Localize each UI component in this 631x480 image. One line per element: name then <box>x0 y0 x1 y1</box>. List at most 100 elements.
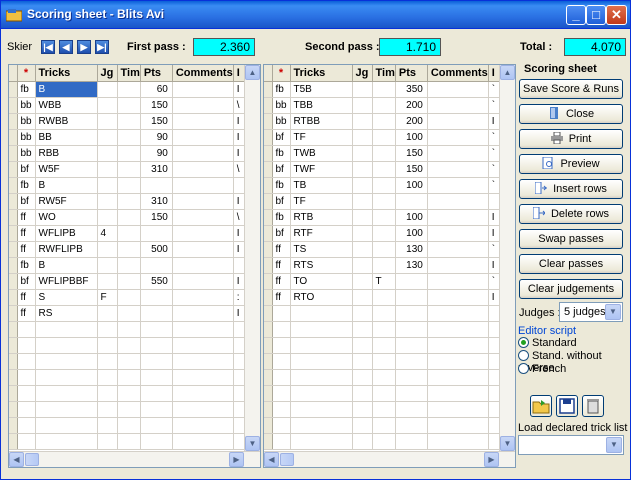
cell-star[interactable]: bb <box>17 145 36 162</box>
cell-tricks[interactable]: TB <box>290 177 353 194</box>
cell-tim[interactable] <box>117 257 141 274</box>
cell-comments[interactable] <box>172 129 234 146</box>
cell-pts[interactable]: 500 <box>140 241 173 258</box>
row-indicator[interactable] <box>9 289 18 306</box>
table-row[interactable] <box>9 433 246 450</box>
cell-pts[interactable] <box>140 305 173 322</box>
cell-tim[interactable]: T <box>372 273 396 290</box>
cell-jg[interactable] <box>352 81 373 98</box>
cell-star[interactable] <box>272 417 291 434</box>
cell-jg[interactable] <box>97 401 118 418</box>
row-indicator[interactable] <box>9 321 18 338</box>
cell-tricks[interactable] <box>290 337 353 354</box>
open-file-button[interactable] <box>530 395 552 417</box>
cell-pts[interactable] <box>140 369 173 386</box>
row-indicator[interactable] <box>264 433 273 450</box>
second-pass-hscroll[interactable]: ◀ ▶ <box>264 451 515 467</box>
cell-comments[interactable] <box>172 81 234 98</box>
cell-pts[interactable]: 150 <box>140 209 173 226</box>
cell-pts[interactable]: 150 <box>140 97 173 114</box>
cell-star[interactable]: bf <box>272 129 291 146</box>
cell-comments[interactable] <box>427 417 489 434</box>
first-pass-hscroll[interactable]: ◀ ▶ <box>9 451 260 467</box>
first-skier-icon[interactable]: |◀ <box>41 40 55 54</box>
cell-star[interactable]: ff <box>17 289 36 306</box>
cell-star[interactable] <box>17 321 36 338</box>
cell-tim[interactable] <box>372 321 396 338</box>
cell-comments[interactable] <box>172 369 234 386</box>
cell-comments[interactable] <box>427 113 489 130</box>
cell-pts[interactable] <box>395 321 428 338</box>
cell-tricks[interactable]: TWF <box>290 161 353 178</box>
cell-comments[interactable] <box>427 209 489 226</box>
cell-star[interactable]: ff <box>17 225 36 242</box>
cell-jg[interactable] <box>352 385 373 402</box>
cell-comments[interactable] <box>427 353 489 370</box>
cell-tricks[interactable] <box>290 353 353 370</box>
cell-jg[interactable] <box>352 161 373 178</box>
cell-jg[interactable]: 4 <box>97 225 118 242</box>
scroll-down-icon[interactable]: ▼ <box>245 436 260 451</box>
table-row[interactable]: bb RTBB 200 I <box>264 113 501 130</box>
row-indicator[interactable] <box>264 193 273 210</box>
cell-tricks[interactable] <box>290 417 353 434</box>
cell-star[interactable] <box>17 417 36 434</box>
cell-tim[interactable] <box>117 289 141 306</box>
cell-tricks[interactable] <box>35 433 98 450</box>
cell-jg[interactable] <box>352 97 373 114</box>
table-row[interactable]: ff RTO I <box>264 289 501 306</box>
cell-jg[interactable] <box>97 305 118 322</box>
row-indicator[interactable] <box>264 385 273 402</box>
cell-tricks[interactable]: RTS <box>290 257 353 274</box>
swap-passes-button[interactable]: Swap passes <box>519 229 623 249</box>
cell-star[interactable]: fb <box>272 209 291 226</box>
column-header-pts[interactable]: Pts <box>395 65 428 82</box>
cell-comments[interactable] <box>427 401 489 418</box>
cell-pts[interactable]: 310 <box>140 161 173 178</box>
cell-tim[interactable] <box>372 417 396 434</box>
cell-comments[interactable] <box>172 193 234 210</box>
cell-tim[interactable] <box>117 401 141 418</box>
table-row[interactable]: fb B <box>9 177 246 194</box>
cell-jg[interactable] <box>352 369 373 386</box>
cell-jg[interactable] <box>97 97 118 114</box>
cell-jg[interactable] <box>352 353 373 370</box>
cell-tim[interactable] <box>117 161 141 178</box>
cell-tim[interactable] <box>117 353 141 370</box>
print-button[interactable]: Print <box>519 129 623 149</box>
row-indicator[interactable] <box>9 209 18 226</box>
cell-pts[interactable]: 100 <box>395 177 428 194</box>
cell-pts[interactable]: 150 <box>395 161 428 178</box>
cell-jg[interactable] <box>97 241 118 258</box>
cell-tim[interactable] <box>117 225 141 242</box>
cell-tricks[interactable] <box>290 385 353 402</box>
cell-jg[interactable] <box>97 369 118 386</box>
cell-comments[interactable] <box>427 225 489 242</box>
cell-jg[interactable] <box>352 177 373 194</box>
cell-star[interactable]: bf <box>17 273 36 290</box>
cell-tricks[interactable] <box>290 305 353 322</box>
cell-jg[interactable] <box>97 177 118 194</box>
cell-pts[interactable]: 310 <box>140 193 173 210</box>
cell-tim[interactable] <box>117 241 141 258</box>
cell-comments[interactable] <box>427 305 489 322</box>
cell-tim[interactable] <box>372 193 396 210</box>
cell-tim[interactable] <box>117 193 141 210</box>
cell-jg[interactable] <box>352 145 373 162</box>
cell-comments[interactable] <box>427 337 489 354</box>
cell-tim[interactable] <box>372 241 396 258</box>
cell-pts[interactable] <box>395 385 428 402</box>
judges-select[interactable]: 5 judges ▼ <box>559 302 623 322</box>
cell-star[interactable]: ff <box>17 209 36 226</box>
table-row[interactable] <box>264 321 501 338</box>
column-header-jg[interactable]: Jg <box>352 65 373 82</box>
cell-star[interactable] <box>272 321 291 338</box>
cell-pts[interactable]: 60 <box>140 81 173 98</box>
table-row[interactable]: fb B 60 I <box>9 81 246 98</box>
row-indicator[interactable] <box>9 161 18 178</box>
last-skier-icon[interactable]: ▶| <box>95 40 109 54</box>
cell-jg[interactable] <box>97 385 118 402</box>
table-row[interactable]: ff S F: <box>9 289 246 306</box>
cell-star[interactable]: bf <box>17 161 36 178</box>
row-indicator[interactable] <box>9 401 18 418</box>
